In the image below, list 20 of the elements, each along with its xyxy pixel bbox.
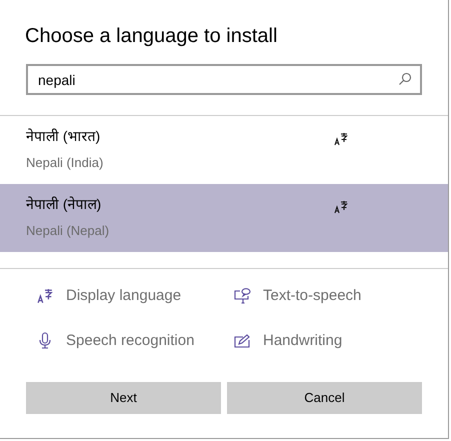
feature-label: Display language	[66, 286, 182, 306]
language-english-name: Nepali (India)	[26, 154, 104, 172]
cancel-button[interactable]: Cancel	[227, 382, 422, 414]
search-icon[interactable]	[398, 72, 412, 86]
feature-label: Speech recognition	[66, 330, 194, 350]
pen-icon	[234, 334, 250, 348]
feature-label: Text-to-speech	[263, 286, 362, 306]
feature-label: Handwriting	[263, 330, 342, 350]
language-item[interactable]: नेपाली (नेपाल) Nepali (Nepal)	[0, 184, 448, 252]
language-icon	[334, 132, 348, 146]
dialog-title: Choose a language to install	[24, 24, 278, 49]
language-icon	[334, 200, 348, 214]
search-field[interactable]: nepali	[26, 64, 422, 95]
language-native-name: नेपाली (भारत)	[26, 127, 102, 146]
monitor-speech-icon	[234, 288, 250, 304]
language-english-name: Nepali (Nepal)	[26, 222, 110, 240]
next-button[interactable]: Next	[26, 382, 221, 414]
microphone-icon	[39, 332, 51, 350]
language-icon	[37, 288, 53, 304]
language-native-name: नेपाली (नेपाल)	[26, 195, 102, 214]
